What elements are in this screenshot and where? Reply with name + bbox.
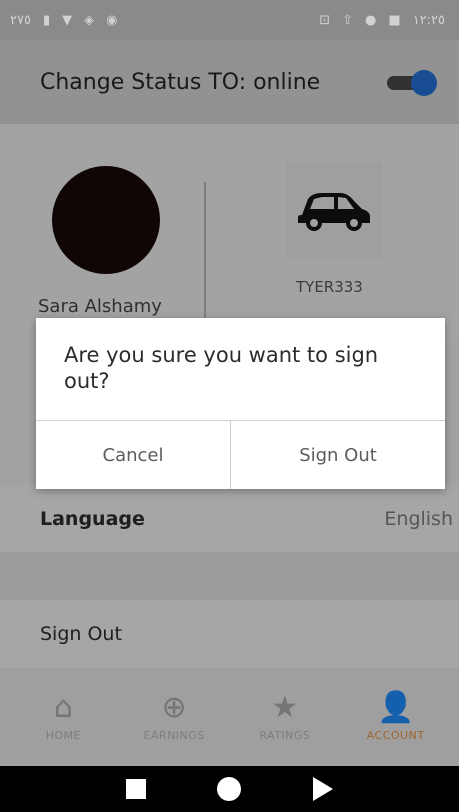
back-icon[interactable] bbox=[313, 777, 334, 801]
home-button-icon[interactable] bbox=[217, 777, 242, 801]
sign-out-dialog: Are you sure you want to sign out? Cance… bbox=[36, 318, 445, 489]
confirm-sign-out-button[interactable]: Sign Out bbox=[231, 421, 445, 489]
system-nav-bar bbox=[0, 766, 459, 812]
cancel-button[interactable]: Cancel bbox=[36, 421, 230, 489]
dialog-message: Are you sure you want to sign out? bbox=[64, 343, 379, 394]
recents-icon[interactable] bbox=[125, 779, 146, 799]
